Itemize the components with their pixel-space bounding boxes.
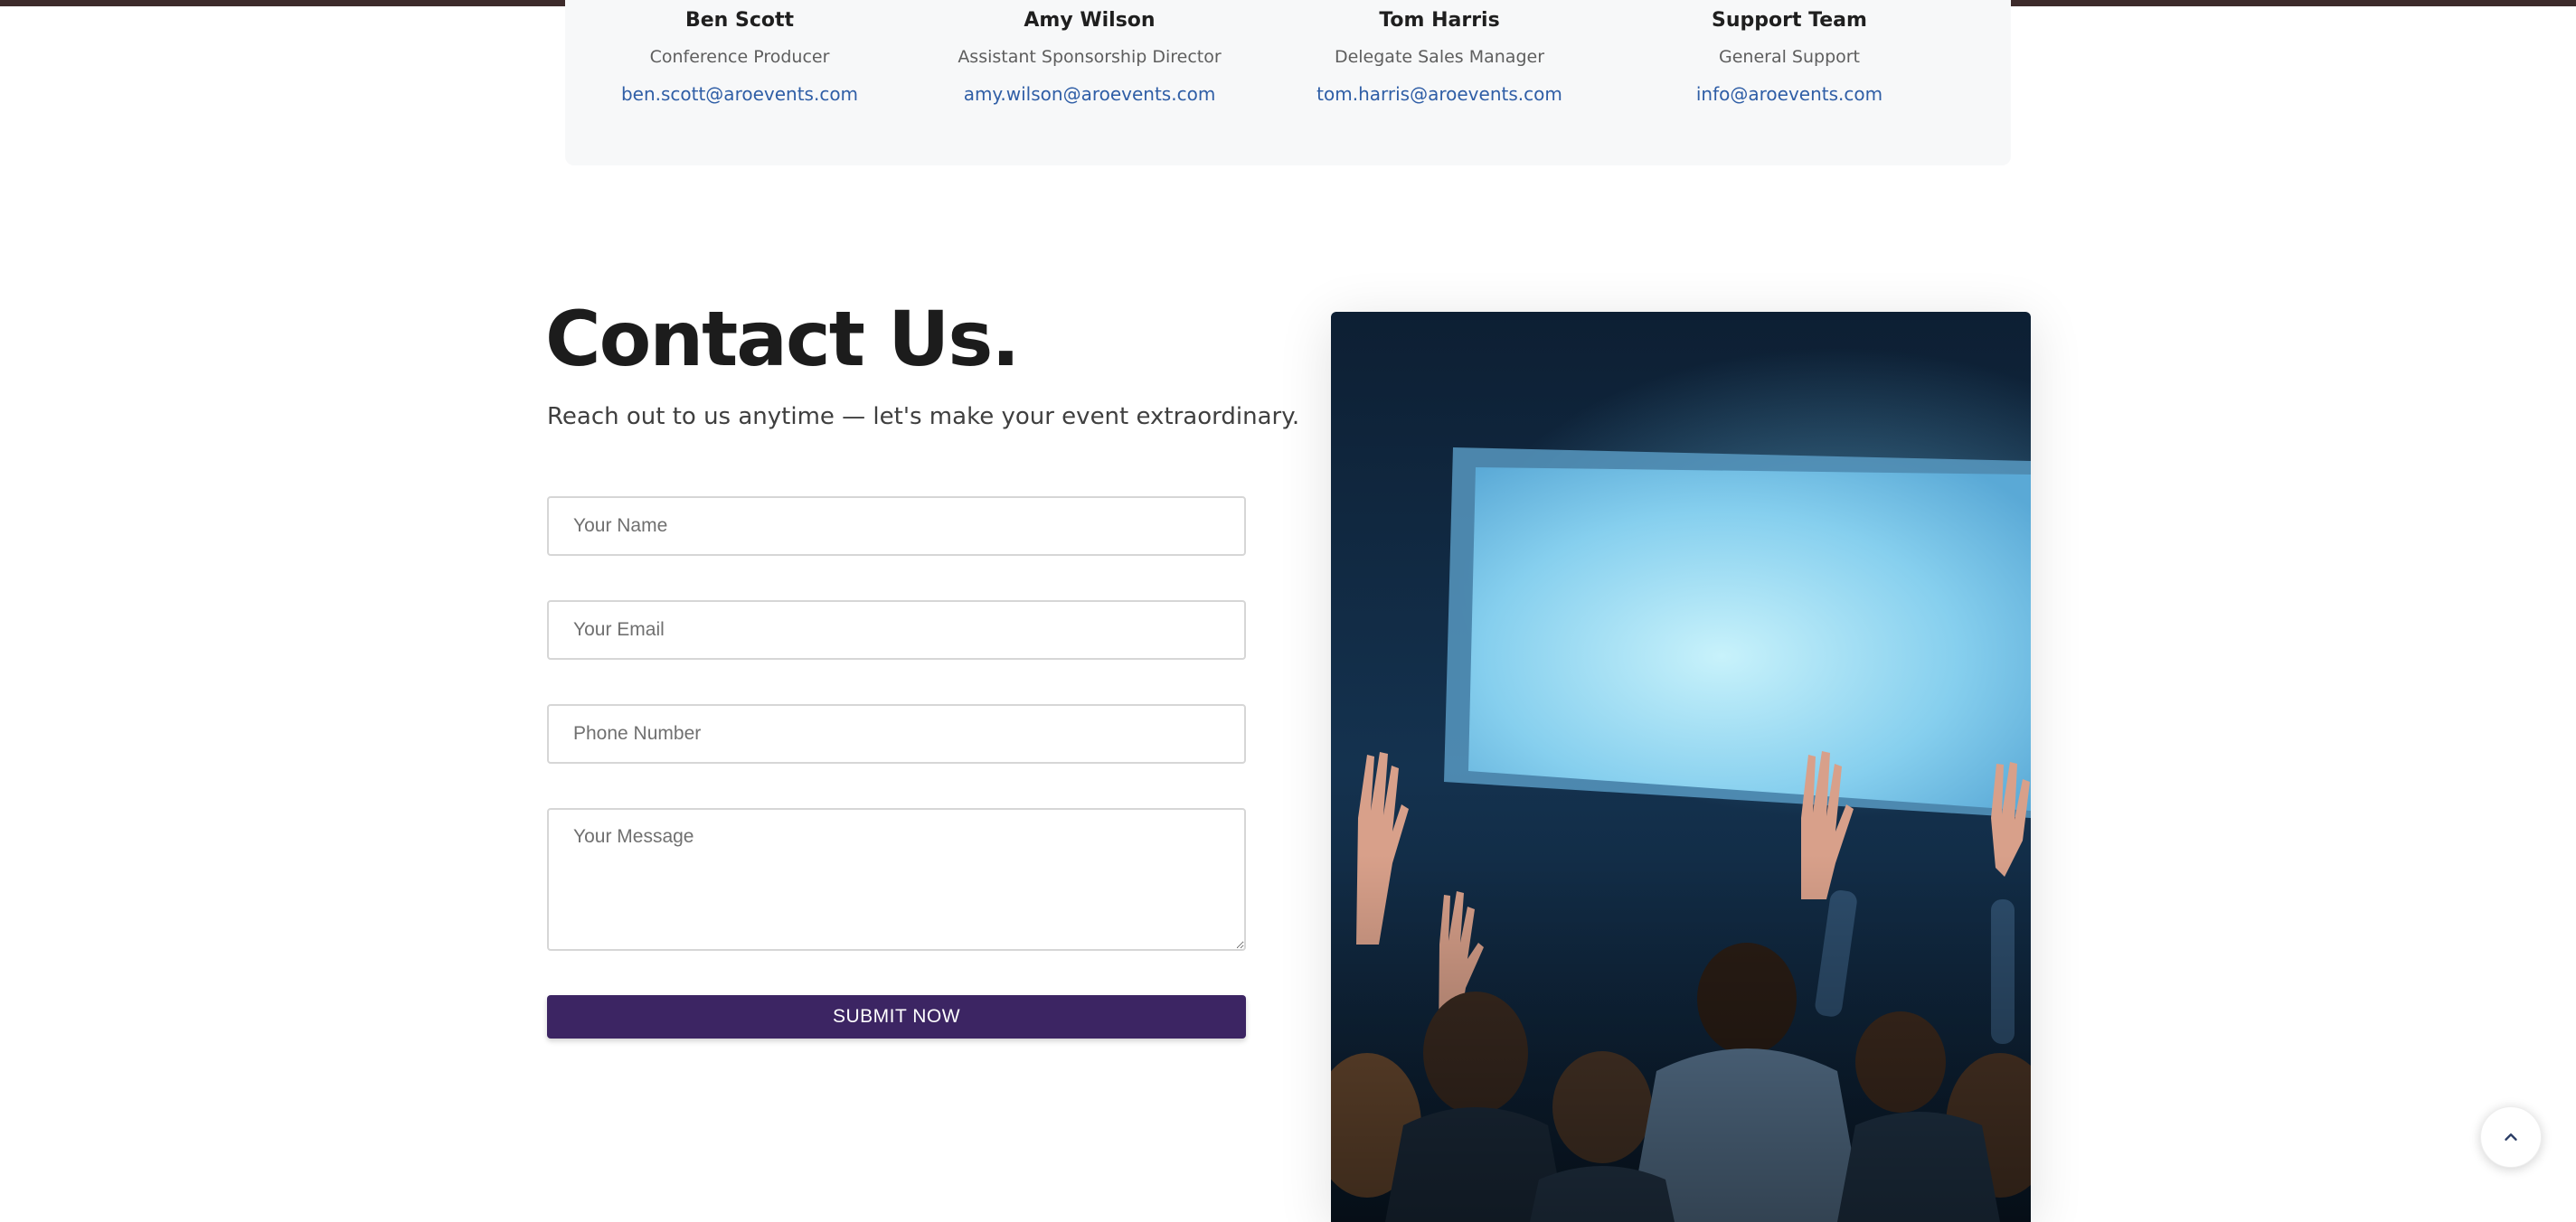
chevron-up-icon (2505, 1133, 2517, 1141)
team-member-name: Support Team (1712, 9, 1867, 32)
name-input[interactable] (547, 496, 1246, 556)
team-member-name: Ben Scott (684, 9, 795, 32)
team-member-email-link[interactable]: info@aroevents.com (1615, 80, 1964, 108)
team-member-role: Assistant Sponsorship Director (958, 47, 1222, 67)
team-member-role: Delegate Sales Manager (1334, 47, 1545, 67)
team-member-name: Amy Wilson (1024, 9, 1156, 32)
team-member-role: General Support (1718, 47, 1861, 67)
team-member-email-link[interactable]: amy.wilson@aroevents.com (915, 80, 1264, 108)
submit-button[interactable]: SUBMIT NOW (547, 995, 1246, 1039)
message-textarea[interactable] (547, 808, 1246, 951)
team-member-name: Tom Harris (1379, 9, 1500, 32)
team-member-email-link[interactable]: ben.scott@aroevents.com (565, 80, 914, 108)
event-audience-illustration (1331, 312, 2031, 1222)
back-to-top-button[interactable] (2480, 1106, 2542, 1168)
team-member-email-link[interactable]: tom.harris@aroevents.com (1265, 80, 1614, 108)
event-audience-image (1331, 312, 2031, 1222)
email-input[interactable] (547, 600, 1246, 660)
contact-subtitle: Reach out to us anytime — let's make you… (547, 403, 1300, 430)
team-member-role: Conference Producer (649, 47, 830, 67)
contact-heading: Contact Us. (545, 295, 1020, 383)
phone-input[interactable] (547, 704, 1246, 764)
team-contacts-panel: Ben Scott Conference Producer ben.scott@… (565, 0, 2011, 165)
